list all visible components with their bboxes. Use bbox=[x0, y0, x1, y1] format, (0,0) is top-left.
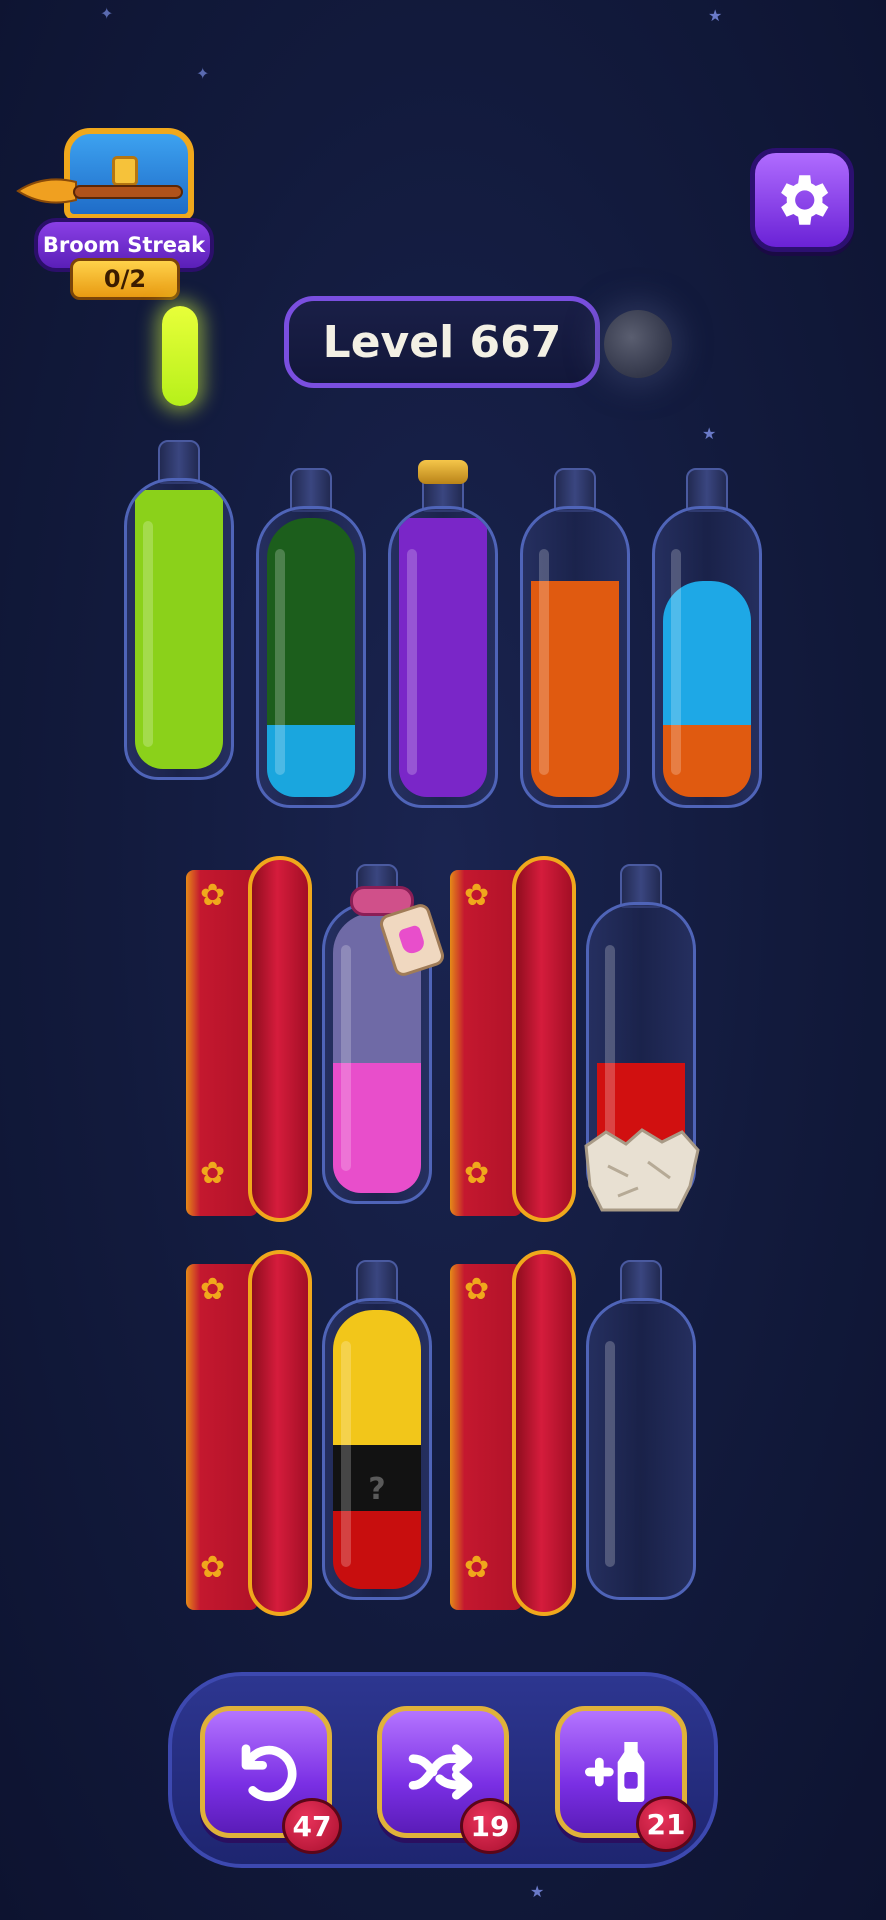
bottle-glass bbox=[256, 506, 366, 808]
star-icon: ★ bbox=[702, 424, 717, 443]
add-bottle-count-badge: 21 bbox=[636, 1796, 696, 1852]
locked-scroll-curtain[interactable]: ✿ ✿ bbox=[186, 856, 314, 1222]
bottle-5[interactable] bbox=[652, 468, 762, 808]
bottle-2[interactable] bbox=[256, 468, 366, 808]
settings-button[interactable] bbox=[750, 148, 854, 252]
broom-icon bbox=[16, 178, 183, 204]
glass-shine bbox=[275, 549, 285, 775]
broom-streak-widget[interactable]: Broom Streak 0/2 bbox=[14, 118, 214, 308]
gear-icon bbox=[781, 175, 829, 225]
locked-scroll-curtain[interactable]: ✿ ✿ bbox=[186, 1250, 314, 1616]
bottle-9-empty[interactable] bbox=[586, 1260, 696, 1600]
bottle-glass bbox=[652, 506, 762, 808]
bottle-3[interactable] bbox=[388, 460, 498, 808]
cork-icon bbox=[418, 460, 468, 484]
glass-shine bbox=[605, 1341, 615, 1567]
glass-shine bbox=[671, 549, 681, 775]
bottle-glass bbox=[322, 1298, 432, 1600]
pour-stream bbox=[162, 306, 198, 406]
bottle-4[interactable] bbox=[520, 468, 630, 808]
bottle-glass bbox=[124, 478, 234, 780]
bottle-8-mystery[interactable] bbox=[322, 1260, 432, 1600]
undo-count-badge: 47 bbox=[282, 1798, 342, 1854]
level-indicator: Level 667 bbox=[284, 296, 600, 388]
star-icon: ★ bbox=[530, 1882, 545, 1901]
locked-scroll-curtain[interactable]: ✿ ✿ bbox=[450, 1250, 578, 1616]
shuffle-arrows-icon bbox=[408, 1744, 473, 1800]
streak-count: 0/2 bbox=[70, 258, 180, 300]
glass-shine bbox=[341, 945, 351, 1171]
shuffle-count-badge: 19 bbox=[460, 1798, 520, 1854]
bottle-glass bbox=[586, 1298, 696, 1600]
star-icon: ✦ bbox=[196, 64, 210, 83]
hint-orb[interactable] bbox=[604, 310, 672, 378]
mystery-mark: ? bbox=[368, 1472, 386, 1507]
star-icon: ★ bbox=[708, 6, 723, 25]
glass-shine bbox=[143, 521, 153, 747]
glass-shine bbox=[341, 1341, 351, 1567]
bottle-glass bbox=[388, 506, 498, 808]
bottle-glass bbox=[520, 506, 630, 808]
rock-base-icon bbox=[584, 1128, 700, 1212]
star-icon: ✦ bbox=[100, 4, 114, 23]
locked-scroll-curtain[interactable]: ✿ ✿ bbox=[450, 856, 578, 1222]
glass-shine bbox=[407, 549, 417, 775]
undo-arrow-icon bbox=[241, 1744, 297, 1802]
bottle-1[interactable] bbox=[124, 440, 234, 780]
glass-shine bbox=[539, 549, 549, 775]
